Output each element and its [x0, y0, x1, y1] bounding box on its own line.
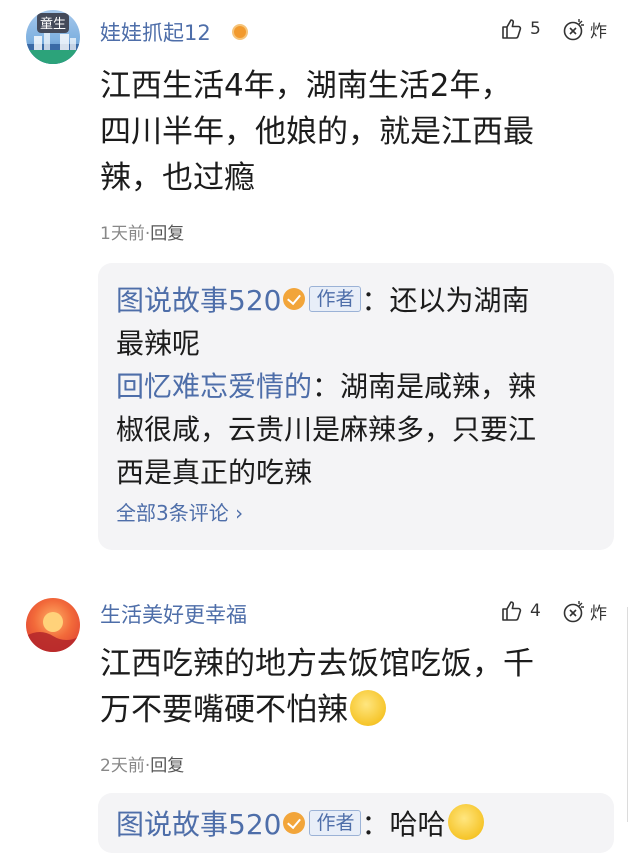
thumbs-up-icon: [502, 19, 522, 39]
like-count: 5: [530, 19, 541, 39]
reply-separator: ：: [312, 370, 341, 403]
username[interactable]: 生活美好更幸福: [100, 599, 247, 629]
like-button[interactable]: 5: [500, 17, 541, 41]
reply-item: 图说故事520 作者 ：还以为湖南: [98, 279, 614, 322]
user-level-badge-icon: [232, 24, 248, 40]
reply-text: 西是真正的吃辣: [116, 456, 313, 489]
reply-author[interactable]: 回忆难忘爱情的: [116, 370, 312, 403]
verified-badge-icon: [283, 288, 306, 310]
comment-meta: 2天前·回复: [100, 751, 184, 776]
username[interactable]: 娃娃抓起12: [100, 17, 211, 47]
bomb-label: 炸: [590, 22, 607, 42]
author-tag: 作者: [309, 810, 362, 836]
see-all-replies-link[interactable]: 全部3条评论 ›: [98, 494, 614, 542]
reply-item: 图说故事520 作者 ：哈哈: [98, 803, 614, 846]
avatar-image: 童生: [26, 13, 80, 64]
reply-button[interactable]: 回复: [150, 756, 184, 776]
grinning-emoji-icon: [447, 804, 484, 840]
reply-author[interactable]: 图说故事520: [116, 284, 281, 317]
comment-text: 江西生活4年，湖南生活2年， 四川半年，他娘的，就是江西最 辣，也过瘾: [100, 63, 610, 201]
comment-text-line: 辣，也过瘾: [100, 160, 255, 196]
reply-button[interactable]: 回复: [150, 224, 184, 244]
avatar[interactable]: 童生: [26, 10, 80, 64]
grinning-emoji-icon: [350, 689, 386, 726]
author-tag: 作者: [309, 286, 362, 312]
avatar-label: 童生: [40, 16, 66, 32]
bomb-icon: [563, 600, 584, 622]
reply-item: 回忆难忘爱情的：湖南是咸辣，辣: [98, 365, 614, 408]
like-button[interactable]: 4: [500, 599, 541, 623]
avatar[interactable]: [26, 598, 80, 652]
side-panel-edge: [627, 607, 641, 822]
verified-badge-icon: [283, 812, 306, 834]
reply-card[interactable]: 图说故事520 作者 ：还以为湖南 最辣呢 回忆难忘爱情的：湖南是咸辣，辣 椒很咸，…: [98, 263, 614, 550]
comment-text-line: 四川半年，他娘的，就是江西最: [100, 114, 534, 150]
comment-meta: 1天前·回复: [100, 219, 184, 244]
comment-text-line: 江西生活4年，湖南生活2年，: [100, 68, 512, 104]
comment-text-fragment: 万不要嘴硬不怕辣: [100, 692, 348, 728]
comment-time: 2天前: [100, 756, 145, 776]
reply-text: 最辣呢: [116, 327, 201, 360]
reply-author[interactable]: 图说故事520: [116, 808, 281, 841]
reply-separator: ：: [361, 284, 390, 317]
comment-text-line: 万不要嘴硬不怕辣: [100, 687, 610, 733]
reply-text: 湖南是咸辣，辣: [340, 370, 537, 403]
bomb-icon: [563, 18, 584, 40]
avatar-image: [26, 612, 80, 652]
bomb-button[interactable]: 炸: [562, 17, 607, 42]
reply-separator: ：: [361, 808, 390, 841]
reply-text: 还以为湖南: [389, 284, 530, 317]
comment-text-line: 江西吃辣的地方去饭馆吃饭，千: [100, 646, 534, 682]
reply-card[interactable]: 图说故事520 作者 ：哈哈: [98, 793, 614, 853]
bomb-button[interactable]: 炸: [562, 599, 607, 624]
reply-text: 椒很咸，云贵川是麻辣多，只要江: [116, 413, 537, 446]
comment-text: 江西吃辣的地方去饭馆吃饭，千 万不要嘴硬不怕辣: [100, 641, 610, 733]
thumbs-up-icon: [502, 601, 522, 621]
reply-text: 哈哈: [389, 808, 446, 841]
like-count: 4: [530, 601, 541, 621]
comment-time: 1天前: [100, 224, 145, 244]
bomb-label: 炸: [590, 604, 607, 624]
